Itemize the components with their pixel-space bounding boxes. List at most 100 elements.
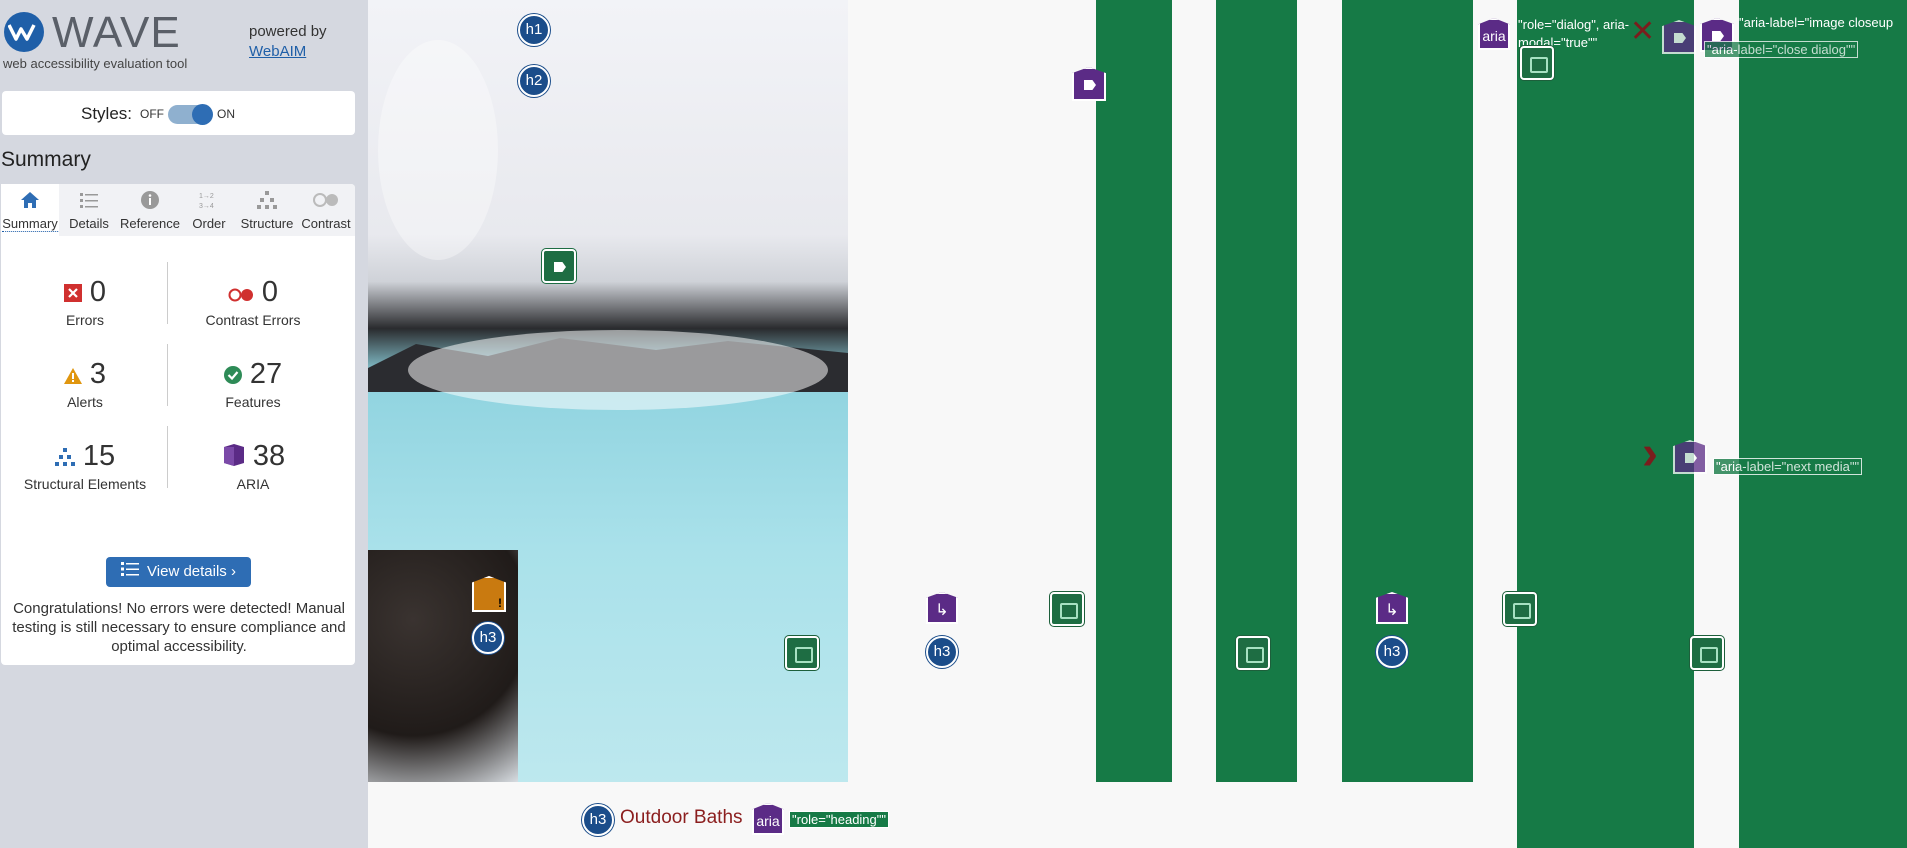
aria-count: 38 xyxy=(252,440,286,472)
aria-label-icon[interactable] xyxy=(1662,20,1696,54)
image-closeup-annotation: "aria-label="image closeup xyxy=(1739,15,1894,30)
congrats-message: Congratulations! No errors were detected… xyxy=(12,600,346,655)
svg-text:1→2: 1→2 xyxy=(199,193,214,200)
aria-badge[interactable]: aria xyxy=(752,803,784,835)
divider xyxy=(167,262,168,324)
close-dialog-annotation: "aria-label="close dialog"" xyxy=(1704,41,1859,58)
styles-off-label: OFF xyxy=(140,107,164,121)
feature-tag-icon[interactable] xyxy=(542,249,576,283)
h3-badge[interactable]: h3 xyxy=(1376,636,1408,668)
aria-badge[interactable]: aria xyxy=(1478,18,1510,50)
aria-label: ARIA xyxy=(236,475,270,492)
alert-icon[interactable] xyxy=(472,576,506,612)
aria-label-icon[interactable] xyxy=(1673,440,1707,474)
order-icon: 1→23→4 xyxy=(199,193,214,210)
next-media-annotation: "aria-label="next media"" xyxy=(1713,458,1863,475)
h2-badge[interactable]: h2 xyxy=(518,65,550,97)
structural-count: 15 xyxy=(82,440,116,472)
svg-text:3→4: 3→4 xyxy=(199,203,214,210)
wave-tagline: web accessibility evaluation tool xyxy=(3,56,188,71)
tab-reference[interactable]: Reference xyxy=(119,184,181,236)
list-icon xyxy=(80,193,98,208)
view-details-button[interactable]: View details › xyxy=(106,557,251,587)
alerts-stat[interactable]: 3 Alerts xyxy=(1,358,169,410)
tab-order[interactable]: 1→2 3→4 Order xyxy=(181,184,237,236)
alert-icon xyxy=(63,359,82,392)
alerts-count: 3 xyxy=(89,358,107,390)
contrast-errors-label: Contrast Errors xyxy=(205,311,301,328)
tab-label: Order xyxy=(192,216,226,231)
summary-title: Summary xyxy=(1,148,91,171)
wave-logo-icon xyxy=(4,12,44,52)
aria-label-icon[interactable] xyxy=(1072,67,1106,101)
image-alt-icon[interactable] xyxy=(1050,592,1084,626)
contrast-icon xyxy=(313,193,338,207)
h3-badge[interactable]: h3 xyxy=(472,622,504,654)
divider xyxy=(167,426,168,488)
next-media-chevron-icon[interactable]: › xyxy=(1642,426,1658,481)
aria-cube-icon xyxy=(221,441,245,474)
webaim-link[interactable]: WebAIM xyxy=(249,43,306,60)
info-icon xyxy=(141,191,159,209)
mist xyxy=(378,40,498,260)
errors-stat[interactable]: 0 Errors xyxy=(1,276,169,328)
evaluated-page: h1 h2 h3 ↳ h3 ↳ h3 aria "role="dialog", … xyxy=(368,0,1907,848)
image-alt-icon[interactable] xyxy=(1520,46,1554,80)
alerts-label: Alerts xyxy=(67,393,103,410)
contrast-errors-stat[interactable]: 0 Contrast Errors xyxy=(169,276,337,328)
tab-label: Contrast xyxy=(301,216,351,231)
contrast-errors-count: 0 xyxy=(261,276,279,308)
tab-summary[interactable]: Summary xyxy=(1,184,59,236)
wave-sidebar: WAVE web accessibility evaluation tool p… xyxy=(0,0,368,848)
list-icon xyxy=(121,557,140,587)
hero-image xyxy=(368,0,848,782)
tab-contrast[interactable]: Contrast xyxy=(297,184,355,236)
content-column xyxy=(1342,0,1473,782)
home-icon xyxy=(21,192,39,208)
structure-icon xyxy=(54,441,75,474)
close-icon[interactable]: ✕ xyxy=(1630,14,1655,49)
tab-structure[interactable]: Structure xyxy=(237,184,297,236)
image-alt-icon[interactable] xyxy=(1690,636,1724,670)
h3-badge[interactable]: h3 xyxy=(582,804,614,836)
h3-badge[interactable]: h3 xyxy=(926,636,958,668)
feature-check-icon xyxy=(223,359,242,392)
dialog-column xyxy=(1739,0,1907,848)
image-alt-icon[interactable] xyxy=(1236,636,1270,670)
error-icon xyxy=(63,277,82,310)
image-alt-icon[interactable] xyxy=(1503,592,1537,626)
summary-panel: Summary Details Reference 1→2 3→4 Order S… xyxy=(1,184,355,665)
heading-role-annotation: "role="heading"" xyxy=(789,811,889,828)
outdoor-baths-heading: Outdoor Baths xyxy=(620,807,743,828)
tab-label: Details xyxy=(69,216,109,231)
image-alt-icon[interactable] xyxy=(785,636,819,670)
errors-label: Errors xyxy=(65,311,105,328)
view-details-label: View details › xyxy=(147,563,236,580)
powered-by: powered by WebAIM xyxy=(249,22,327,62)
powered-by-label: powered by xyxy=(249,23,327,40)
h1-badge[interactable]: h1 xyxy=(518,14,550,46)
aria-stat[interactable]: 38 ARIA xyxy=(169,440,337,492)
errors-count: 0 xyxy=(89,276,107,308)
skip-link-icon[interactable]: ↳ xyxy=(926,592,958,624)
contrast-error-icon xyxy=(228,277,254,310)
styles-label: Styles: xyxy=(81,104,133,123)
structural-label: Structural Elements xyxy=(23,475,147,492)
styles-on-label: ON xyxy=(217,107,235,121)
features-label: Features xyxy=(225,393,281,410)
tab-details[interactable]: Details xyxy=(59,184,119,236)
styles-toggle-panel: Styles: OFF ON xyxy=(2,91,355,135)
toggle-knob xyxy=(192,104,213,125)
wave-header: WAVE web accessibility evaluation tool p… xyxy=(0,8,368,74)
content-column xyxy=(1096,0,1172,782)
structural-stat[interactable]: 15 Structural Elements xyxy=(1,440,169,492)
features-count: 27 xyxy=(249,358,283,390)
divider xyxy=(167,344,168,406)
panel-tabs: Summary Details Reference 1→2 3→4 Order S… xyxy=(1,184,355,236)
structure-icon xyxy=(257,191,277,209)
tab-label: Reference xyxy=(120,216,180,231)
wave-logo-text: WAVE xyxy=(52,8,181,57)
styles-toggle[interactable] xyxy=(168,104,213,125)
skip-link-icon[interactable]: ↳ xyxy=(1376,592,1408,624)
features-stat[interactable]: 27 Features xyxy=(169,358,337,410)
